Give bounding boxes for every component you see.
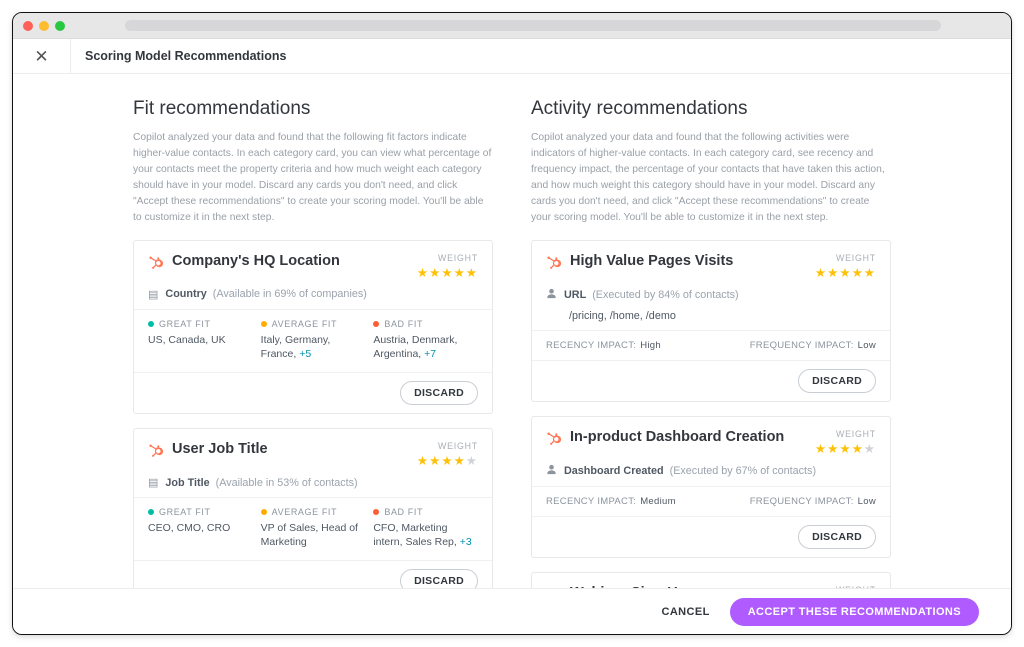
more-link[interactable]: +5: [299, 348, 311, 360]
traffic-lights: [23, 21, 65, 31]
card-title: In-product Dashboard Creation: [570, 429, 815, 445]
discard-button[interactable]: DISCARD: [400, 381, 478, 405]
dot-green-icon: [148, 321, 154, 327]
hubspot-icon: [148, 443, 163, 458]
user-icon: [546, 288, 557, 302]
activity-description: Copilot analyzed your data and found tha…: [531, 130, 891, 226]
property-availability: (Executed by 67% of contacts): [670, 465, 816, 477]
property-availability: (Available in 69% of companies): [213, 288, 367, 300]
recency-value: Medium: [640, 496, 676, 507]
bad-fit-values: Austria, Denmark, Argentina, +7: [373, 333, 478, 361]
property-icon: ▤: [148, 476, 158, 489]
weight-stars: ★★★★★: [815, 265, 876, 280]
activity-heading: Activity recommendations: [531, 98, 891, 120]
impact-row: RECENCY IMPACT: Medium FREQUENCY IMPACT:…: [532, 486, 890, 516]
property-name: Dashboard Created: [564, 465, 664, 477]
close-icon[interactable]: ✕: [34, 48, 48, 65]
card-title: Company's HQ Location: [172, 253, 417, 269]
great-fit-values: US, Canada, UK: [148, 333, 253, 347]
frequency-value: Low: [858, 340, 876, 351]
bad-fit-label: BAD FIT: [384, 507, 423, 517]
fit-description: Copilot analyzed your data and found tha…: [133, 130, 493, 226]
bad-fit-label: BAD FIT: [384, 319, 423, 329]
more-link[interactable]: +7: [424, 348, 436, 360]
accept-recommendations-button[interactable]: ACCEPT THESE RECOMMENDATIONS: [730, 598, 979, 626]
browser-titlebar: [13, 13, 1011, 39]
dot-orange-icon: [261, 321, 267, 327]
window-close-icon[interactable]: [23, 21, 33, 31]
weight-stars: ★★★★★: [417, 453, 478, 468]
activity-column: Activity recommendations Copilot analyze…: [531, 98, 891, 588]
recency-value: High: [640, 340, 661, 351]
activity-card-dashboard-creation: In-product Dashboard Creation WEIGHT ★★★…: [531, 416, 891, 558]
app-window: ✕ Scoring Model Recommendations Fit reco…: [12, 12, 1012, 635]
page-title: Scoring Model Recommendations: [71, 49, 286, 63]
property-name: Country: [165, 288, 206, 300]
weight-label: WEIGHT: [815, 253, 876, 263]
fit-column: Fit recommendations Copilot analyzed you…: [133, 98, 493, 588]
bad-fit-values: CFO, Marketing intern, Sales Rep, +3: [373, 521, 478, 549]
weight-stars: ★★★★★: [815, 441, 876, 456]
discard-button[interactable]: DISCARD: [798, 369, 876, 393]
discard-button[interactable]: DISCARD: [798, 525, 876, 549]
recency-label: RECENCY IMPACT:: [546, 340, 636, 351]
impact-row: RECENCY IMPACT: High FREQUENCY IMPACT: L…: [532, 330, 890, 360]
weight-label: WEIGHT: [417, 441, 478, 451]
recency-label: RECENCY IMPACT:: [546, 496, 636, 507]
average-fit-label: AVERAGE FIT: [272, 507, 337, 517]
cancel-button[interactable]: CANCEL: [661, 606, 709, 618]
window-zoom-icon[interactable]: [55, 21, 65, 31]
hubspot-icon: [546, 431, 561, 446]
activity-card-high-value-pages: High Value Pages Visits WEIGHT ★★★★★ URL…: [531, 240, 891, 402]
frequency-value: Low: [858, 496, 876, 507]
dot-green-icon: [148, 509, 154, 515]
address-bar[interactable]: [125, 20, 941, 31]
average-fit-values: Italy, Germany, France, +5: [261, 333, 366, 361]
property-name: Job Title: [165, 477, 209, 489]
footer-actions: CANCEL ACCEPT THESE RECOMMENDATIONS: [13, 588, 1011, 634]
great-fit-values: CEO, CMO, CRO: [148, 521, 253, 535]
close-panel: ✕: [13, 39, 71, 73]
dot-orange-icon: [261, 509, 267, 515]
window-minimize-icon[interactable]: [39, 21, 49, 31]
property-icon: ▤: [148, 288, 158, 301]
more-link[interactable]: +3: [460, 536, 472, 548]
fit-card-hq-location: Company's HQ Location WEIGHT ★★★★★ ▤ Cou…: [133, 240, 493, 414]
property-name: URL: [564, 289, 586, 301]
card-title: High Value Pages Visits: [570, 253, 815, 269]
weight-stars: ★★★★★: [417, 265, 478, 280]
weight-label: WEIGHT: [417, 253, 478, 263]
fit-heading: Fit recommendations: [133, 98, 493, 120]
examples: /pricing, /home, /demo: [532, 310, 890, 330]
frequency-label: FREQUENCY IMPACT:: [750, 496, 854, 507]
property-availability: (Available in 53% of contacts): [216, 477, 358, 489]
great-fit-label: GREAT FIT: [159, 319, 211, 329]
page-header: ✕ Scoring Model Recommendations: [13, 39, 1011, 74]
dot-red-icon: [373, 321, 379, 327]
average-fit-values: VP of Sales, Head of Marketing: [261, 521, 366, 549]
hubspot-icon: [546, 255, 561, 270]
card-title: User Job Title: [172, 441, 417, 457]
fit-card-job-title: User Job Title WEIGHT ★★★★★ ▤ Job Title …: [133, 428, 493, 588]
weight-block: WEIGHT ★★★★★: [417, 253, 478, 280]
hubspot-icon: [148, 255, 163, 270]
content-body: Fit recommendations Copilot analyzed you…: [13, 74, 1011, 588]
weight-label: WEIGHT: [815, 429, 876, 439]
fit-breakdown: GREAT FIT US, Canada, UK AVERAGE FIT Ita…: [134, 309, 492, 372]
discard-button[interactable]: DISCARD: [400, 569, 478, 588]
dot-red-icon: [373, 509, 379, 515]
property-availability: (Executed by 84% of contacts): [592, 289, 738, 301]
average-fit-label: AVERAGE FIT: [272, 319, 337, 329]
user-icon: [546, 464, 557, 478]
great-fit-label: GREAT FIT: [159, 507, 211, 517]
activity-card-webinar-signup: Webinar Sign-Up WEIGHT ★★★★★ GoToWebinar…: [531, 572, 891, 588]
frequency-label: FREQUENCY IMPACT:: [750, 340, 854, 351]
